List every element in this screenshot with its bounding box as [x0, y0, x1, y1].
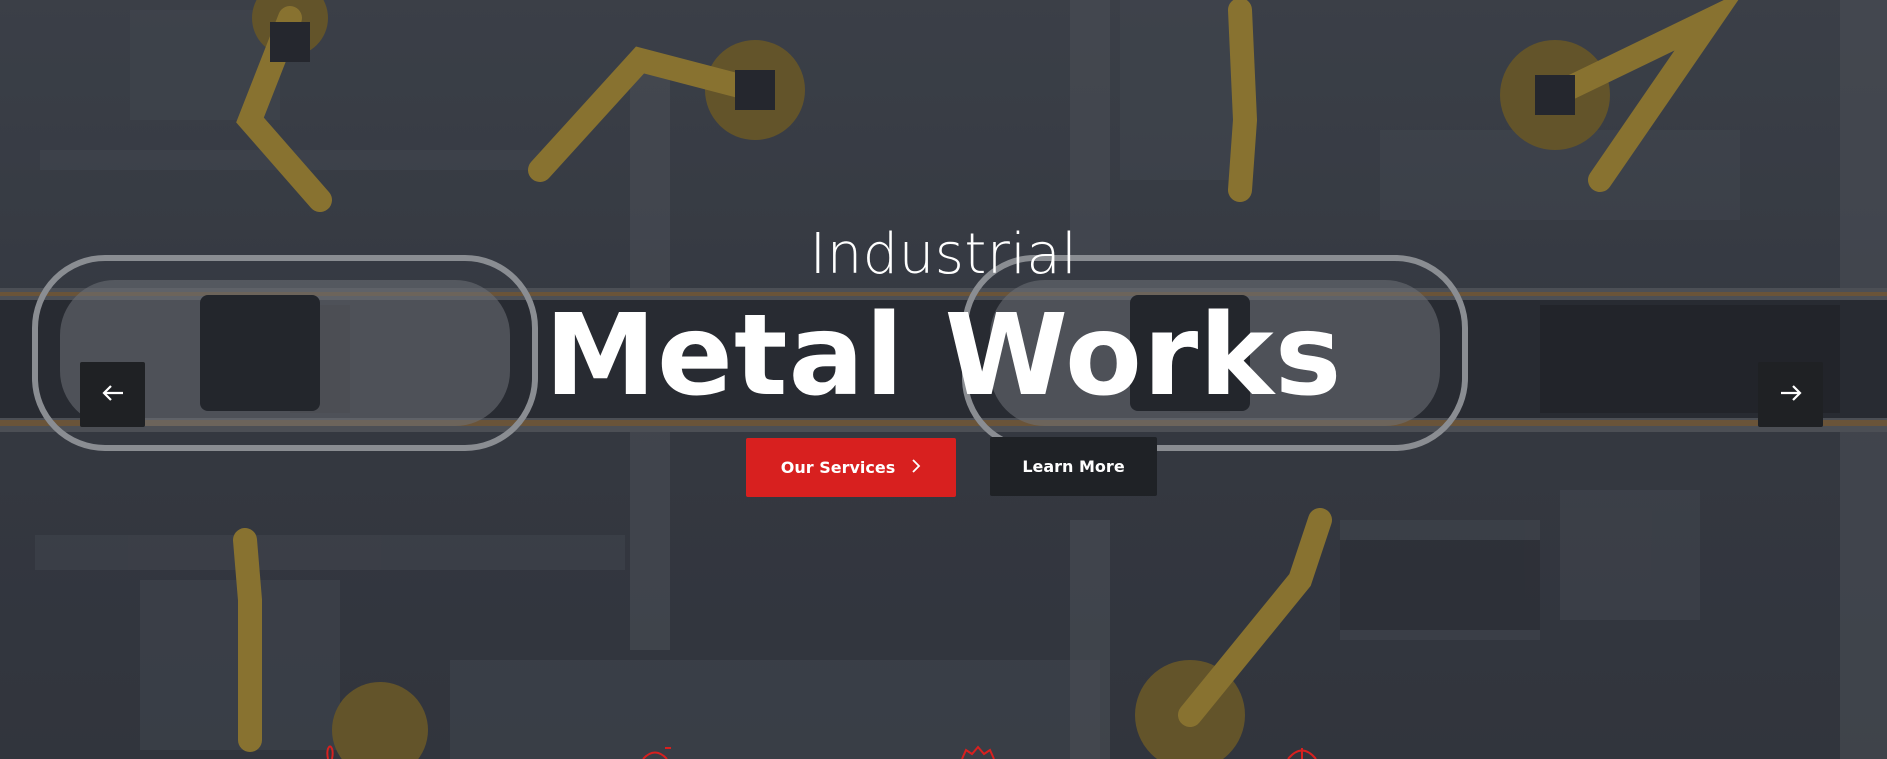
- slider-prev-button[interactable]: [80, 362, 145, 427]
- feature-icon-2: [635, 744, 675, 759]
- arrow-left-icon: [101, 384, 125, 406]
- hero-subtitle: Metal Works: [544, 291, 1343, 421]
- learn-more-label: Learn More: [1022, 457, 1125, 476]
- hero-title: Industrial: [809, 222, 1078, 287]
- feature-icons-row: [0, 744, 1887, 759]
- arrow-right-icon: [1779, 384, 1803, 406]
- our-services-button[interactable]: Our Services: [746, 438, 956, 497]
- feature-icon-1: [310, 744, 350, 759]
- hero-banner: Industrial Metal Works Our Services Lear…: [0, 0, 1887, 759]
- learn-more-button[interactable]: Learn More: [990, 437, 1157, 496]
- slider-next-button[interactable]: [1758, 362, 1823, 427]
- feature-icon-4: [1282, 744, 1322, 759]
- feature-icon-3: [958, 744, 998, 759]
- chevron-right-icon: [911, 457, 921, 478]
- our-services-label: Our Services: [780, 458, 896, 477]
